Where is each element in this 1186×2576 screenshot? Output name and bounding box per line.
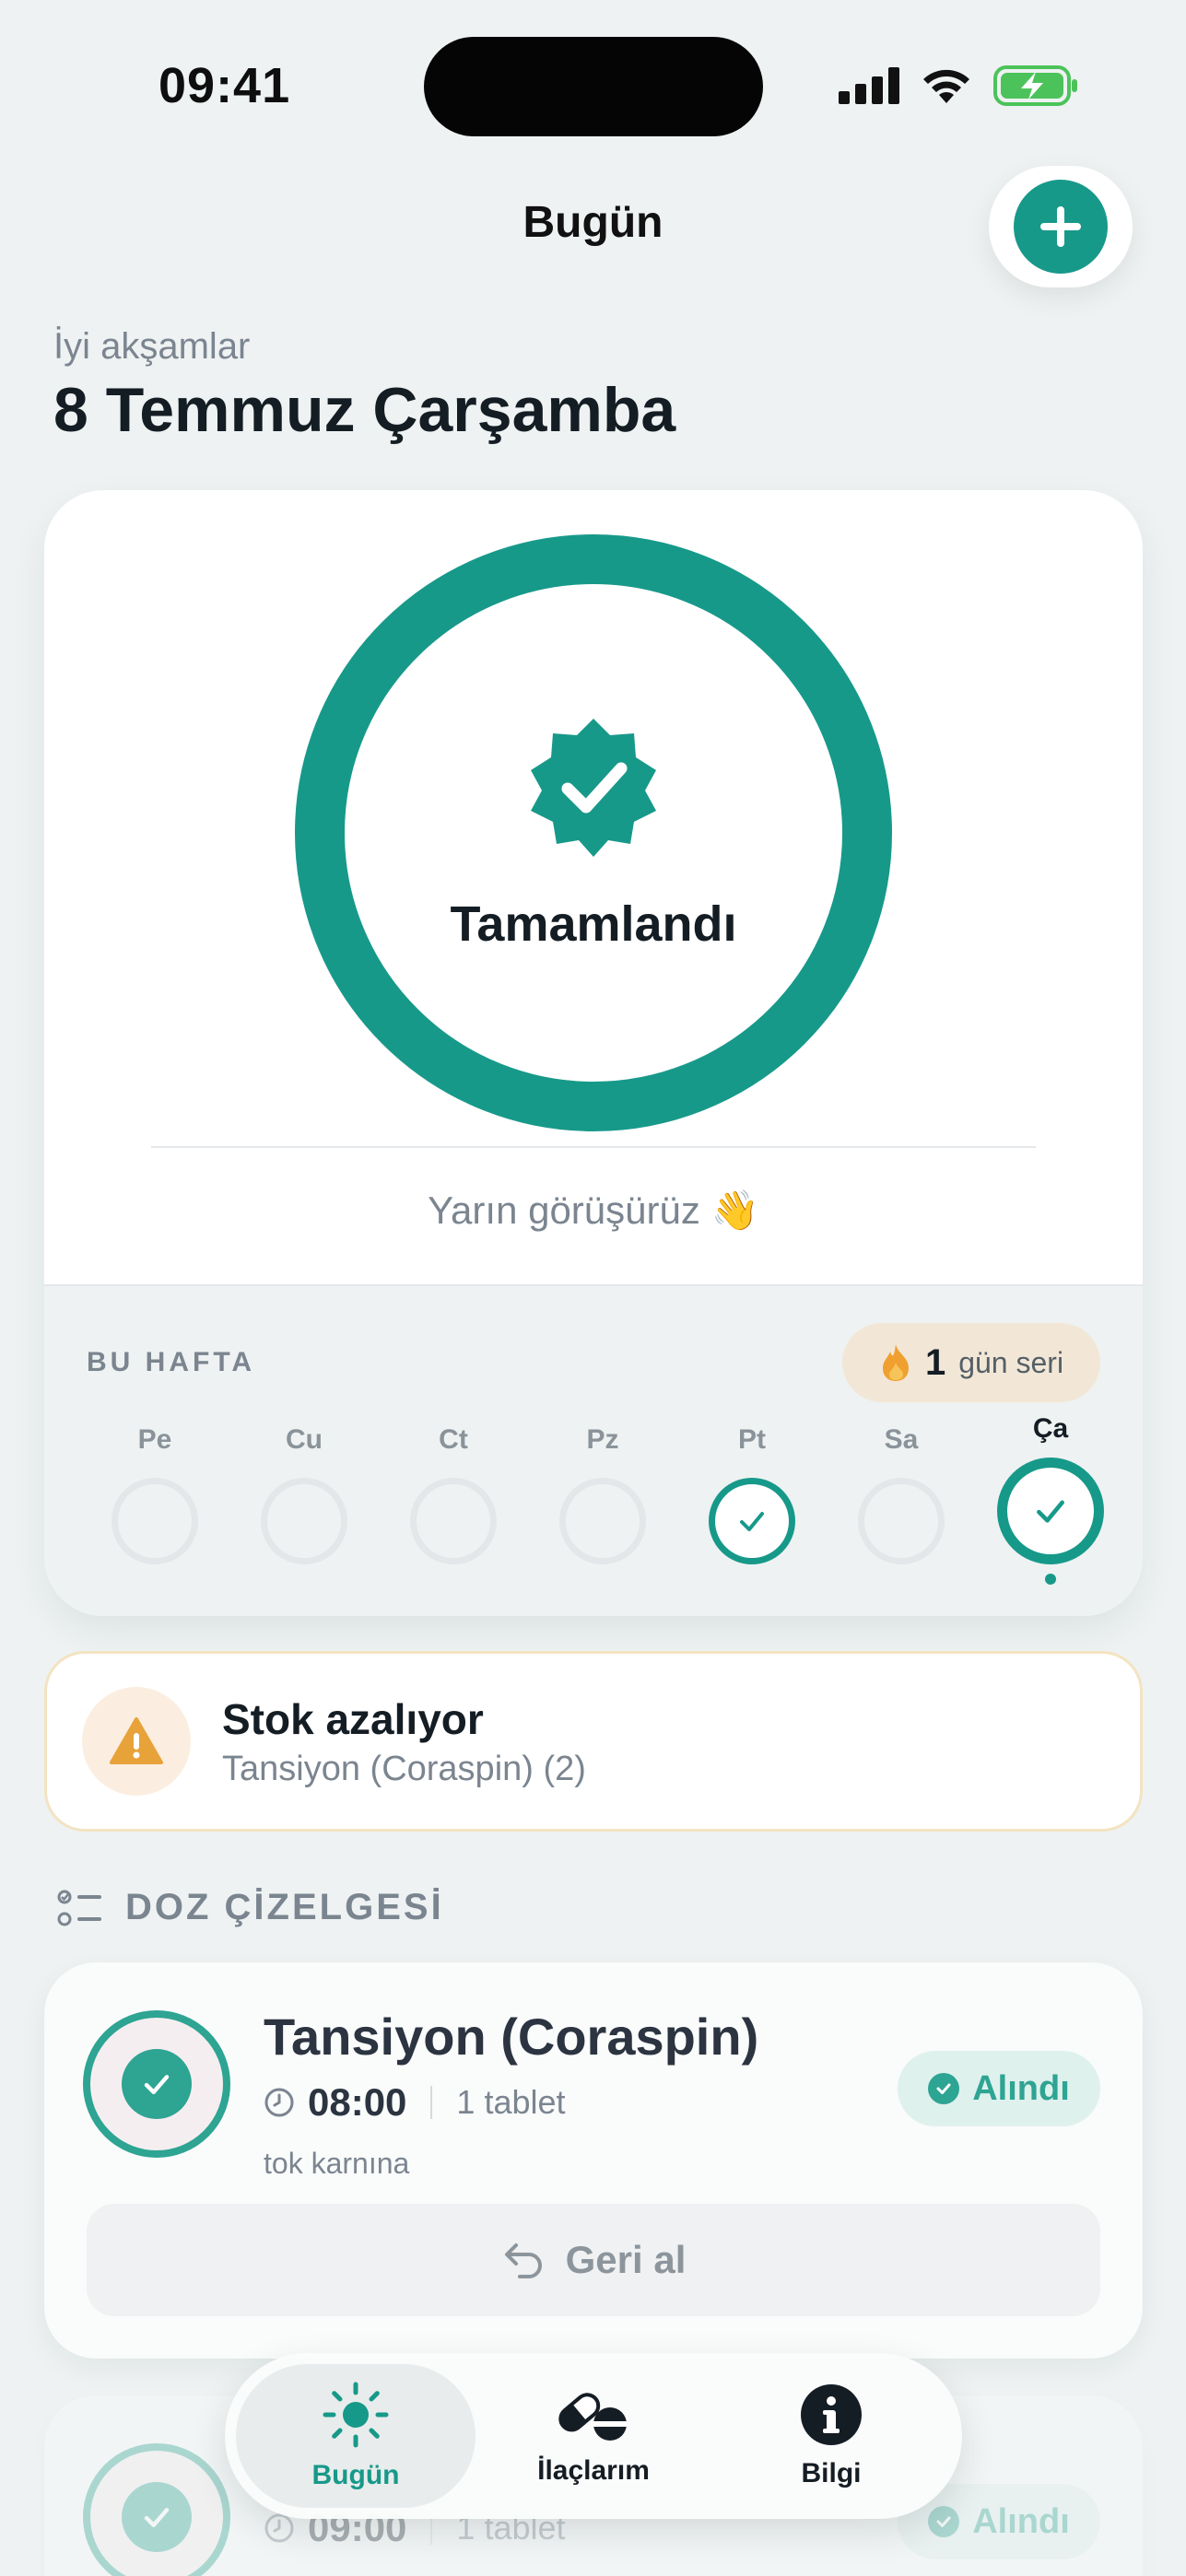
separator bbox=[430, 2086, 433, 2119]
cellular-signal-icon bbox=[839, 67, 899, 104]
tab-medications[interactable]: İlaçlarım bbox=[474, 2364, 713, 2508]
stock-alert-subtitle: Tansiyon (Coraspin) (2) bbox=[222, 1750, 586, 1788]
dose-note: tok karnına bbox=[264, 2147, 410, 2180]
day-sunday[interactable]: Pz bbox=[547, 1424, 658, 1564]
date-heading: 8 Temmuz Çarşamba bbox=[53, 375, 676, 445]
dose-amount: 1 tablet bbox=[456, 2083, 566, 2121]
day-circle-empty bbox=[559, 1478, 646, 1564]
day-circle-empty bbox=[112, 1478, 198, 1564]
tab-label: İlaçlarım bbox=[537, 2455, 650, 2486]
day-circle-empty bbox=[410, 1478, 497, 1564]
dose-taken-toggle[interactable] bbox=[83, 2010, 230, 2158]
day-tuesday[interactable]: Cu bbox=[249, 1424, 359, 1564]
check-circle-icon bbox=[928, 2073, 960, 2104]
streak-count: 1 bbox=[924, 1341, 946, 1383]
day-circle-empty bbox=[858, 1478, 945, 1564]
clock-icon bbox=[264, 2088, 294, 2117]
battery-charging-icon bbox=[993, 65, 1077, 106]
stock-alert-title: Stok azalıyor bbox=[222, 1695, 484, 1743]
check-icon bbox=[740, 1512, 764, 1531]
stock-alert-card[interactable]: Stok azalıyor Tansiyon (Coraspin) (2) bbox=[44, 1651, 1143, 1832]
pills-icon bbox=[558, 2390, 627, 2441]
fire-icon bbox=[882, 1344, 909, 1381]
week-days: Pe Cu Ct Pz Pt Sa Ça bbox=[100, 1413, 1124, 1599]
week-title: BU HAFTA bbox=[87, 1347, 256, 1377]
taken-status-text: Alındı bbox=[972, 2068, 1070, 2108]
day-label: Pe bbox=[137, 1424, 172, 1455]
tab-info[interactable]: Bilgi bbox=[711, 2364, 951, 2508]
greeting: İyi akşamlar bbox=[53, 326, 251, 367]
dose-card[interactable]: Tansiyon (Coraspin) 08:00 1 tablet tok k… bbox=[44, 1962, 1143, 2359]
divider bbox=[151, 1146, 1036, 1148]
day-today[interactable]: Ça bbox=[995, 1413, 1106, 1585]
taken-status-badge: Alındı bbox=[898, 2051, 1100, 2126]
tab-bar: Bugün İlaçlarım Bilgi bbox=[225, 2353, 962, 2519]
verified-badge-icon bbox=[531, 719, 656, 857]
dynamic-island bbox=[424, 37, 763, 136]
dose-taken-toggle[interactable] bbox=[83, 2443, 230, 2576]
dose-time: 08:00 bbox=[308, 2080, 407, 2124]
wifi-icon bbox=[923, 69, 969, 103]
day-circle-done bbox=[709, 1478, 795, 1564]
check-circle-icon bbox=[928, 2506, 960, 2537]
day-circle-today-done bbox=[997, 1458, 1104, 1564]
warning-icon bbox=[82, 1687, 191, 1796]
day-saturday[interactable]: Ct bbox=[398, 1424, 509, 1564]
see-you-message: Yarın görüşürüz 👋 bbox=[428, 1188, 759, 1232]
checklist-icon bbox=[57, 1890, 101, 1926]
undo-button[interactable]: Geri al bbox=[87, 2204, 1100, 2316]
undo-label: Geri al bbox=[565, 2238, 687, 2281]
completion-status: Tamamlandı bbox=[450, 896, 737, 952]
schedule-title: DOZ ÇİZELGESİ bbox=[125, 1887, 444, 1927]
sun-icon bbox=[323, 2382, 389, 2448]
daily-progress-card: Tamamlandı Yarın görüşürüz 👋 BU HAFTA 1 … bbox=[44, 490, 1143, 1616]
tab-today[interactable]: Bugün bbox=[236, 2364, 476, 2508]
schedule-section-header: DOZ ÇİZELGESİ bbox=[57, 1887, 444, 1928]
tab-label: Bugün bbox=[311, 2460, 400, 2490]
day-tuesday-2[interactable]: Sa bbox=[846, 1424, 957, 1564]
day-label: Pt bbox=[738, 1424, 766, 1455]
dose-meta: 08:00 1 tablet bbox=[264, 2080, 566, 2125]
day-circle-empty bbox=[261, 1478, 347, 1564]
dose-medication-name: Tansiyon (Coraspin) bbox=[264, 2008, 759, 2066]
check-icon bbox=[1037, 1500, 1064, 1523]
check-icon bbox=[122, 2482, 192, 2552]
status-time: 09:41 bbox=[159, 58, 291, 113]
day-label: Ct bbox=[439, 1424, 468, 1455]
streak-badge: 1 gün seri bbox=[842, 1323, 1100, 1402]
day-label: Pz bbox=[586, 1424, 619, 1455]
undo-icon bbox=[504, 2243, 542, 2278]
day-label: Cu bbox=[286, 1424, 323, 1455]
day-monday[interactable]: Pe bbox=[100, 1424, 210, 1564]
plus-icon bbox=[1014, 180, 1108, 274]
week-panel: BU HAFTA 1 gün seri Pe Cu Ct Pz Pt Sa Ça bbox=[44, 1284, 1143, 1616]
tab-label: Bilgi bbox=[801, 2458, 862, 2488]
status-icons bbox=[839, 64, 1078, 107]
check-icon bbox=[122, 2049, 192, 2119]
day-label: Sa bbox=[884, 1424, 919, 1455]
day-label-today: Ça bbox=[1032, 1413, 1069, 1444]
today-indicator-dot bbox=[1045, 1574, 1056, 1585]
taken-status-text: Alındı bbox=[972, 2501, 1070, 2541]
streak-label: gün seri bbox=[958, 1345, 1064, 1379]
add-medication-button[interactable] bbox=[989, 166, 1133, 287]
info-icon bbox=[801, 2384, 862, 2445]
day-monday-2[interactable]: Pt bbox=[697, 1424, 807, 1564]
